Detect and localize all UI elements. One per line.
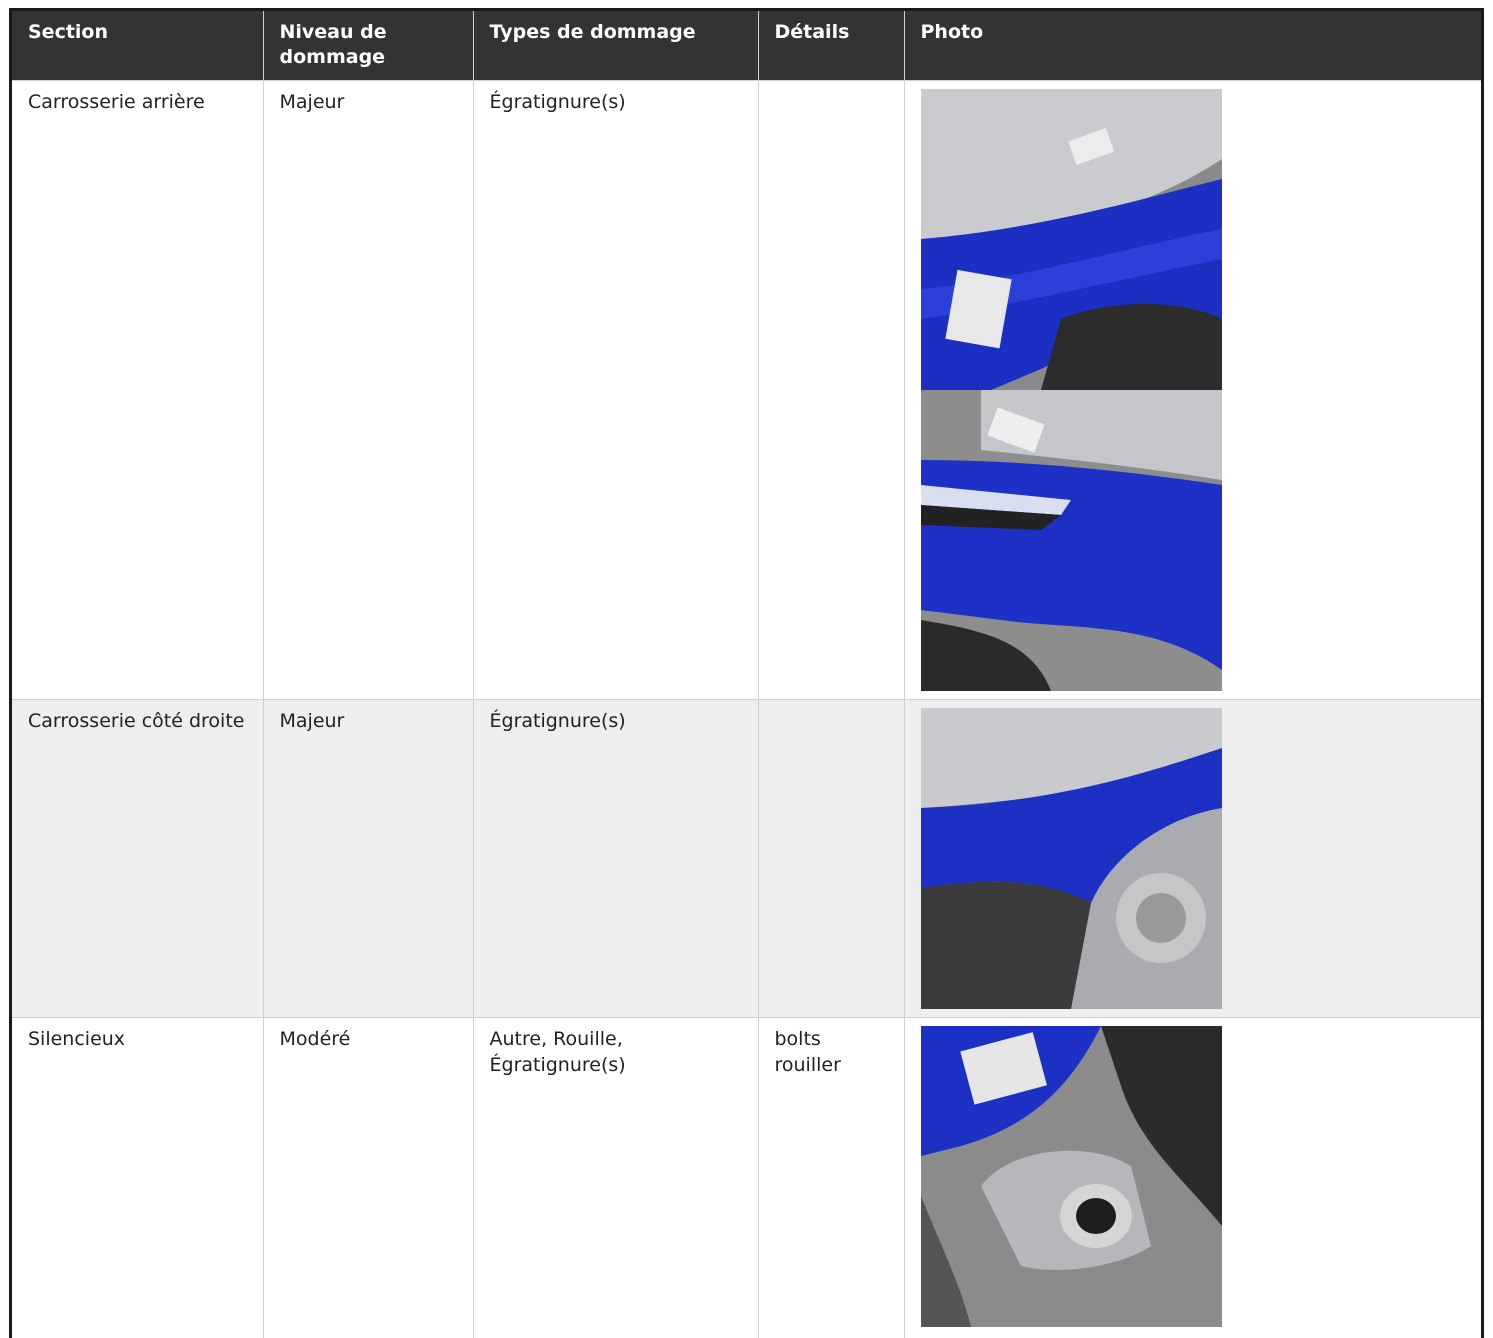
cell-section: Carrosserie arrière	[12, 81, 263, 700]
table-header: Section Niveau de dommage Types de domma…	[12, 11, 1481, 81]
cell-details	[758, 700, 904, 1018]
damage-report-frame: Section Niveau de dommage Types de domma…	[9, 8, 1484, 1338]
header-details: Détails	[758, 11, 904, 81]
table-row: Silencieux Modéré Autre, Rouille, Égrati…	[12, 1018, 1481, 1338]
cell-photo	[904, 700, 1481, 1018]
cell-niveau: Majeur	[263, 81, 473, 700]
header-niveau: Niveau de dommage	[263, 11, 473, 81]
table-row: Carrosserie côté droite Majeur Égratignu…	[12, 700, 1481, 1018]
cell-section: Silencieux	[12, 1018, 263, 1338]
cell-types: Autre, Rouille, Égratignure(s)	[473, 1018, 758, 1338]
blue-atv-right-side-photo[interactable]	[921, 708, 1222, 1009]
atv-muffler-photo[interactable]	[921, 1026, 1222, 1327]
cell-photo	[904, 1018, 1481, 1338]
header-types: Types de dommage	[473, 11, 758, 81]
header-section: Section	[12, 11, 263, 81]
cell-types: Égratignure(s)	[473, 700, 758, 1018]
cell-types: Égratignure(s)	[473, 81, 758, 700]
header-photo: Photo	[904, 11, 1481, 81]
blue-atv-rear-fender-photo[interactable]	[921, 89, 1222, 390]
cell-niveau: Majeur	[263, 700, 473, 1018]
cell-photo	[904, 81, 1481, 700]
damage-table: Section Niveau de dommage Types de domma…	[12, 11, 1481, 1338]
cell-niveau: Modéré	[263, 1018, 473, 1338]
cell-details	[758, 81, 904, 700]
blue-atv-rear-side-photo[interactable]	[921, 390, 1222, 691]
cell-details: bolts rouiller	[758, 1018, 904, 1338]
table-row: Carrosserie arrière Majeur Égratignure(s…	[12, 81, 1481, 700]
cell-section: Carrosserie côté droite	[12, 700, 263, 1018]
